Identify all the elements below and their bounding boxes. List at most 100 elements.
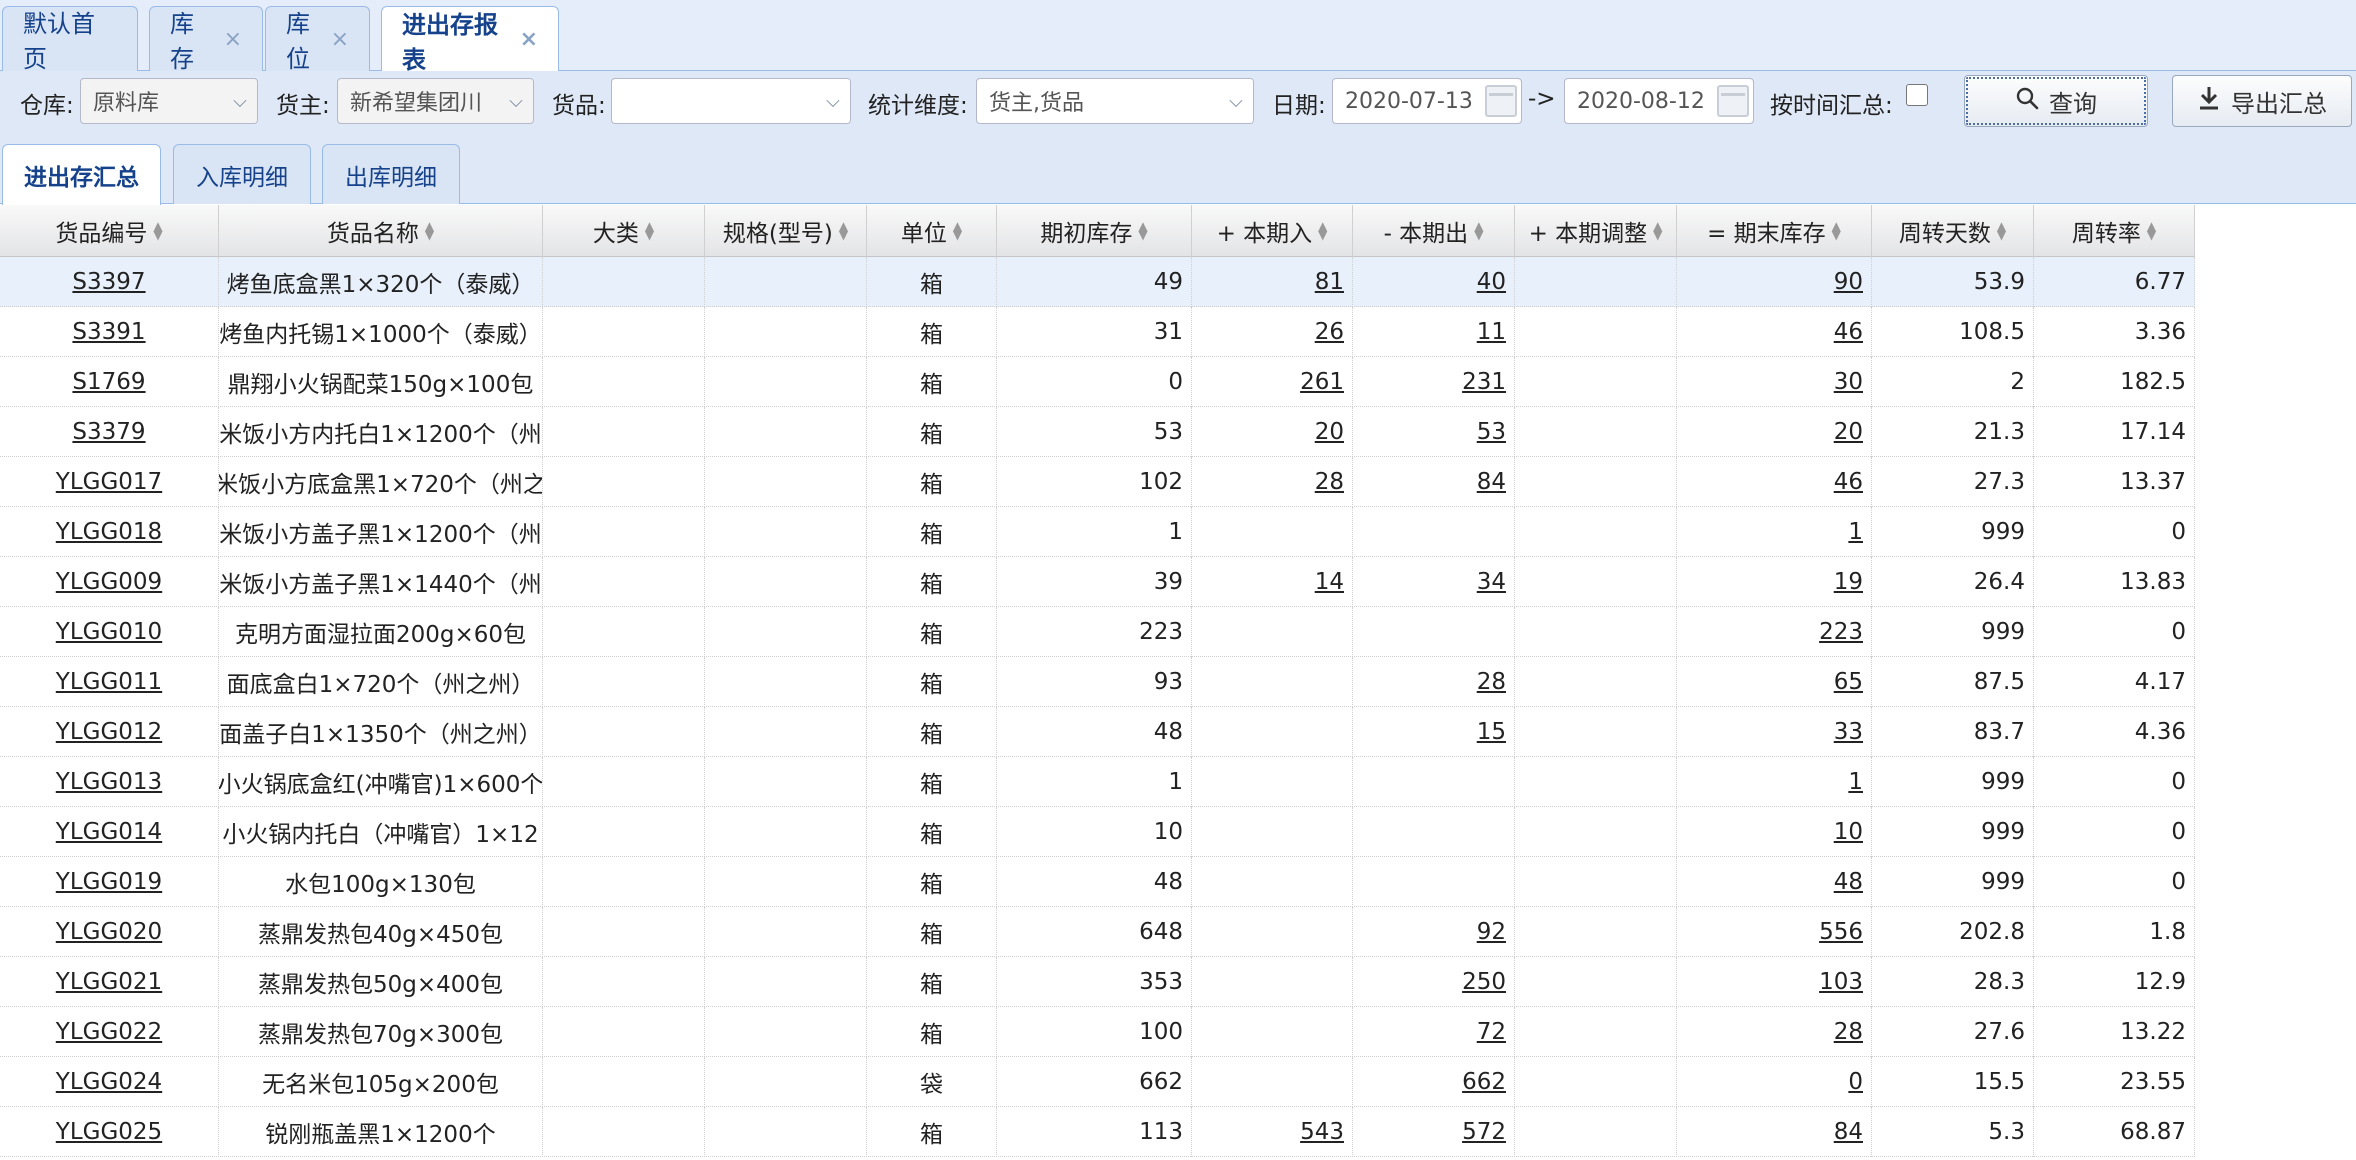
calendar-icon[interactable] — [1717, 85, 1749, 117]
cell-code[interactable]: YLGG019 — [0, 857, 219, 907]
date-to-field[interactable]: 2020-08-12 — [1564, 78, 1754, 124]
table-row[interactable]: YLGG020 蒸鼎发热包40g×450包 箱 648 92 556 202.8 1.8 — [0, 907, 2195, 957]
cell-out[interactable]: 28 — [1353, 657, 1515, 707]
sort-icon[interactable]: ▲ ▼ — [2147, 220, 2156, 241]
sort-icon[interactable]: ▲ ▼ — [1474, 220, 1483, 241]
cell-closing[interactable]: 90 — [1677, 257, 1872, 307]
cell-out-link[interactable]: 40 — [1477, 269, 1506, 295]
close-icon[interactable]: × — [331, 27, 349, 52]
table-row[interactable]: YLGG014 小火锅内托白（冲嘴官）1×12 箱 10 10 999 0 — [0, 807, 2195, 857]
cell-closing-link[interactable]: 1 — [1848, 519, 1863, 545]
cell-in[interactable]: 81 — [1192, 257, 1353, 307]
cell-out-link[interactable]: 53 — [1477, 419, 1506, 445]
cell-closing-link[interactable]: 19 — [1834, 569, 1863, 595]
cell-code[interactable]: S3379 — [0, 407, 219, 457]
cell-closing[interactable]: 48 — [1677, 857, 1872, 907]
cell-code[interactable]: YLGG021 — [0, 957, 219, 1007]
cell-out[interactable]: 92 — [1353, 907, 1515, 957]
table-row[interactable]: YLGG019 水包100g×130包 箱 48 48 999 0 — [0, 857, 2195, 907]
tab-outbound-detail[interactable]: 出库明细 — [322, 144, 460, 204]
tab-home[interactable]: 默认首页 — [2, 6, 138, 73]
table-row[interactable]: YLGG010 克明方面湿拉面200g×60包 箱 223 223 999 0 — [0, 607, 2195, 657]
owner-select[interactable]: 新希望集团川 ⌵ — [337, 78, 534, 124]
table-row[interactable]: YLGG011 面底盒白1×720个（州之州） 箱 93 28 65 87.5 4.17 — [0, 657, 2195, 707]
cell-in-link[interactable]: 20 — [1315, 419, 1344, 445]
column-header-days[interactable]: 周转天数 ▲ ▼ — [1872, 205, 2034, 257]
cell-out[interactable]: 11 — [1353, 307, 1515, 357]
table-row[interactable]: YLGG025 锐刚瓶盖黑1×1200个 箱 113 543 572 84 5.3 68.87 — [0, 1107, 2195, 1157]
sort-icon[interactable]: ▲ ▼ — [425, 220, 434, 241]
cell-code-link[interactable]: YLGG020 — [56, 919, 162, 945]
tab-report[interactable]: 进出存报表 × — [381, 6, 559, 74]
cell-code-link[interactable]: YLGG017 — [56, 469, 162, 495]
cell-closing[interactable]: 46 — [1677, 457, 1872, 507]
cell-out-link[interactable]: 92 — [1477, 919, 1506, 945]
cell-code-link[interactable]: S1769 — [72, 369, 145, 395]
chevron-down-icon[interactable]: ⌵ — [816, 79, 850, 123]
sort-icon[interactable]: ▲ ▼ — [1997, 220, 2006, 241]
cell-in-link[interactable]: 543 — [1300, 1119, 1344, 1145]
cell-code-link[interactable]: YLGG013 — [56, 769, 162, 795]
cell-in[interactable]: 543 — [1192, 1107, 1353, 1157]
cell-code[interactable]: S3391 — [0, 307, 219, 357]
table-row[interactable]: YLGG009 米饭小方盖子黑1×1440个（州 箱 39 14 34 19 26.4 13.8… — [0, 557, 2195, 607]
table-row[interactable]: YLGG013 小火锅底盒红(冲嘴官)1×600个 箱 1 1 999 0 — [0, 757, 2195, 807]
cell-in-link[interactable]: 261 — [1300, 369, 1344, 395]
cell-code[interactable]: S1769 — [0, 357, 219, 407]
cell-code[interactable]: YLGG022 — [0, 1007, 219, 1057]
column-header-out[interactable]: - 本期出 ▲ ▼ — [1353, 205, 1515, 257]
cell-out-link[interactable]: 11 — [1477, 319, 1506, 345]
column-header-closing[interactable]: = 期末库存 ▲ ▼ — [1677, 205, 1872, 257]
cell-closing-link[interactable]: 33 — [1834, 719, 1863, 745]
warehouse-select[interactable]: 原料库 ⌵ — [80, 78, 258, 124]
sort-icon[interactable]: ▲ ▼ — [1138, 220, 1147, 241]
cell-closing[interactable]: 0 — [1677, 1057, 1872, 1107]
cell-code-link[interactable]: YLGG024 — [56, 1069, 162, 1095]
cell-out-link[interactable]: 72 — [1477, 1019, 1506, 1045]
chevron-down-icon[interactable]: ⌵ — [223, 79, 257, 123]
table-row[interactable]: YLGG018 米饭小方盖子黑1×1200个（州 箱 1 1 999 0 — [0, 507, 2195, 557]
chevron-down-icon[interactable]: ⌵ — [499, 79, 533, 123]
cell-closing[interactable]: 223 — [1677, 607, 1872, 657]
cell-code[interactable]: YLGG012 — [0, 707, 219, 757]
tab-location[interactable]: 库位 × — [265, 6, 370, 73]
cell-out-link[interactable]: 231 — [1462, 369, 1506, 395]
cell-closing-link[interactable]: 10 — [1834, 819, 1863, 845]
cell-closing-link[interactable]: 46 — [1834, 469, 1863, 495]
cell-closing[interactable]: 1 — [1677, 507, 1872, 557]
cell-code-link[interactable]: YLGG025 — [56, 1119, 162, 1145]
cell-code-link[interactable]: YLGG022 — [56, 1019, 162, 1045]
cell-closing-link[interactable]: 46 — [1834, 319, 1863, 345]
date-from-field[interactable]: 2020-07-13 — [1332, 78, 1522, 124]
cell-out-link[interactable]: 15 — [1477, 719, 1506, 745]
cell-closing[interactable]: 556 — [1677, 907, 1872, 957]
table-row[interactable]: S3391 烤鱼内托锡1×1000个（泰威） 箱 31 26 11 46 108.5 3.36 — [0, 307, 2195, 357]
cell-out-link[interactable]: 28 — [1477, 669, 1506, 695]
cell-closing-link[interactable]: 48 — [1834, 869, 1863, 895]
cell-closing-link[interactable]: 30 — [1834, 369, 1863, 395]
column-header-spec[interactable]: 规格(型号) ▲ ▼ — [705, 205, 867, 257]
sort-icon[interactable]: ▲ ▼ — [153, 220, 162, 241]
cell-out[interactable]: 231 — [1353, 357, 1515, 407]
cell-closing-link[interactable]: 28 — [1834, 1019, 1863, 1045]
cell-closing-link[interactable]: 65 — [1834, 669, 1863, 695]
table-row[interactable]: S3397 烤鱼底盒黑1×320个（泰威） 箱 49 81 40 90 53.9 6.77 — [0, 257, 2195, 307]
cell-in-link[interactable]: 81 — [1315, 269, 1344, 295]
cell-code-link[interactable]: YLGG011 — [56, 669, 162, 695]
table-row[interactable]: YLGG021 蒸鼎发热包50g×400包 箱 353 250 103 28.3 12.9 — [0, 957, 2195, 1007]
cell-closing[interactable]: 10 — [1677, 807, 1872, 857]
cell-in[interactable]: 26 — [1192, 307, 1353, 357]
export-button[interactable]: 导出汇总 — [2172, 75, 2352, 127]
cell-in[interactable]: 14 — [1192, 557, 1353, 607]
cell-out[interactable]: 40 — [1353, 257, 1515, 307]
cell-code[interactable]: YLGG020 — [0, 907, 219, 957]
column-header-code[interactable]: 货品编号 ▲ ▼ — [0, 205, 219, 257]
sort-icon[interactable]: ▲ ▼ — [645, 220, 654, 241]
cell-closing[interactable]: 19 — [1677, 557, 1872, 607]
cell-closing[interactable]: 65 — [1677, 657, 1872, 707]
table-row[interactable]: YLGG024 无名米包105g×200包 袋 662 662 0 15.5 23.55 — [0, 1057, 2195, 1107]
column-header-opening[interactable]: 期初库存 ▲ ▼ — [997, 205, 1192, 257]
cell-code-link[interactable]: YLGG019 — [56, 869, 162, 895]
cell-closing[interactable]: 84 — [1677, 1107, 1872, 1157]
cell-out[interactable]: 53 — [1353, 407, 1515, 457]
